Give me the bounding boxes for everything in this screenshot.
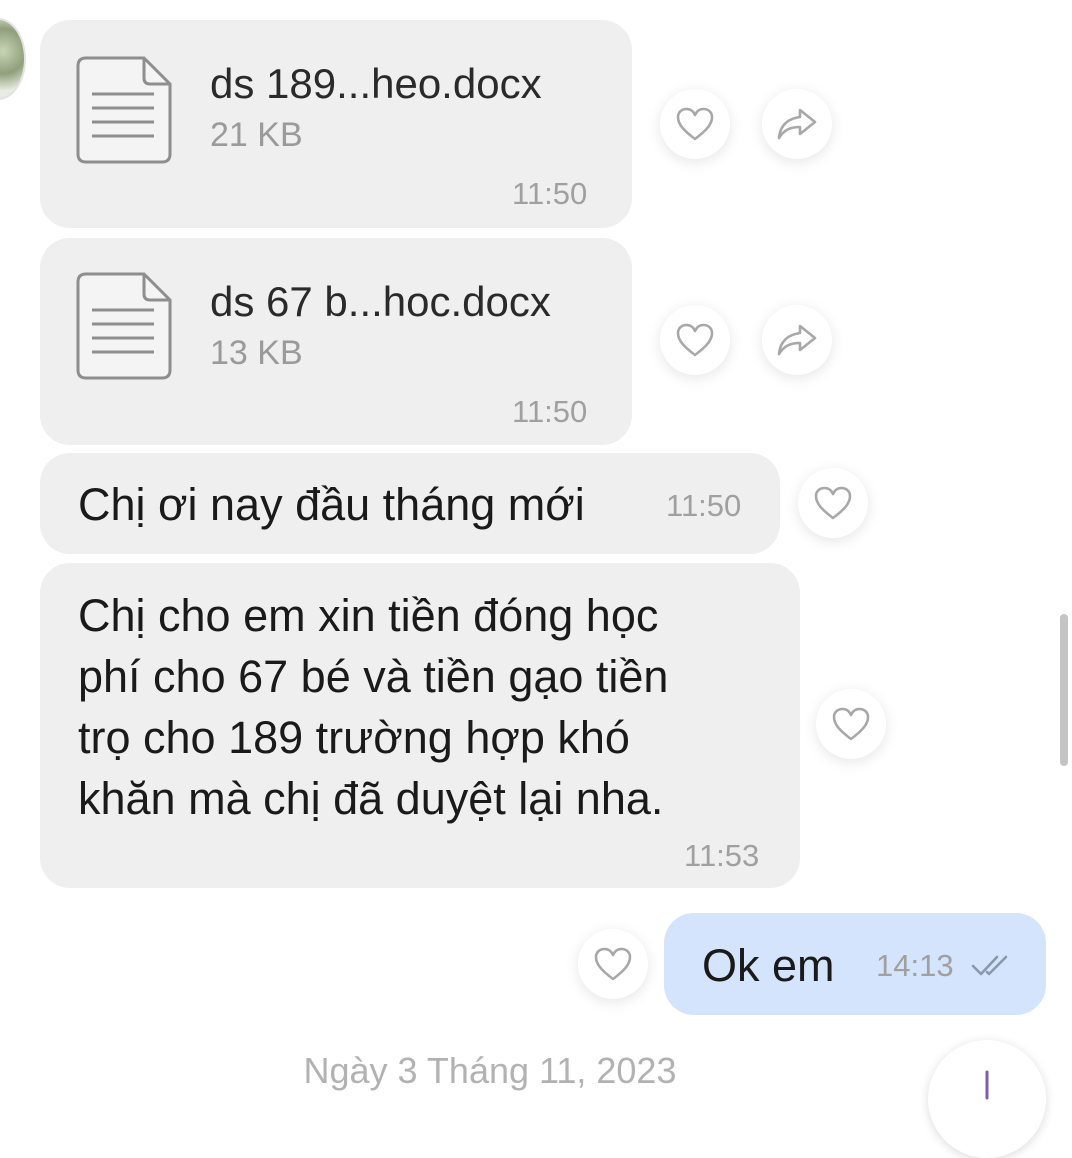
react-button[interactable] — [798, 468, 868, 538]
date-separator: Ngày 3 Tháng 11, 2023 — [303, 1050, 677, 1091]
message-text: Ok em — [702, 940, 835, 991]
react-button[interactable] — [660, 305, 730, 375]
message-text-line: Chị cho em xin tiền đóng học — [78, 590, 659, 641]
message-time: 11:50 — [512, 394, 588, 429]
forward-button[interactable] — [762, 89, 832, 159]
outgoing-message-bubble[interactable]: Ok em 14:13 — [664, 913, 1046, 1015]
message-time: 11:50 — [666, 488, 742, 523]
share-arrow-icon — [777, 108, 817, 140]
share-arrow-icon — [777, 324, 817, 356]
file-message-bubble[interactable]: ds 189...heo.docx 21 KB 11:50 — [40, 20, 632, 228]
text-message-bubble[interactable]: Chị ơi nay đầu tháng mới 11:50 — [40, 453, 780, 554]
heart-outline-icon — [676, 323, 714, 357]
file-message-bubble[interactable]: ds 67 b...hoc.docx 13 KB 11:50 — [40, 238, 632, 445]
file-size: 13 KB — [210, 334, 303, 372]
heart-outline-icon — [676, 107, 714, 141]
message-time: 11:50 — [512, 176, 588, 211]
document-icon — [76, 56, 172, 164]
scrollbar[interactable] — [1060, 614, 1068, 766]
heart-outline-icon — [814, 486, 852, 520]
react-button[interactable] — [816, 689, 886, 759]
react-button[interactable] — [578, 929, 648, 999]
message-time: 11:53 — [684, 838, 760, 873]
react-button[interactable] — [660, 89, 730, 159]
message-text: Chị ơi nay đầu tháng mới — [78, 479, 585, 530]
scroll-down-button[interactable] — [928, 1040, 1046, 1158]
document-icon — [76, 272, 172, 380]
chevron-down-icon — [985, 1070, 989, 1100]
message-text-line: khăn mà chị đã duyệt lại nha. — [78, 773, 664, 824]
file-size: 21 KB — [210, 116, 303, 154]
file-name[interactable]: ds 189...heo.docx — [210, 60, 542, 108]
file-name[interactable]: ds 67 b...hoc.docx — [210, 278, 551, 326]
sender-avatar[interactable] — [0, 18, 26, 100]
message-text-line: trọ cho 189 trường hợp khó — [78, 712, 630, 763]
message-text-line: phí cho 67 bé và tiền gạo tiền — [78, 651, 669, 702]
message-time: 14:13 — [876, 948, 954, 983]
forward-button[interactable] — [762, 305, 832, 375]
double-check-icon — [971, 955, 1008, 976]
heart-outline-icon — [594, 947, 632, 981]
heart-outline-icon — [832, 707, 870, 741]
text-message-bubble[interactable]: Chị cho em xin tiền đóng học phí cho 67 … — [40, 563, 800, 888]
